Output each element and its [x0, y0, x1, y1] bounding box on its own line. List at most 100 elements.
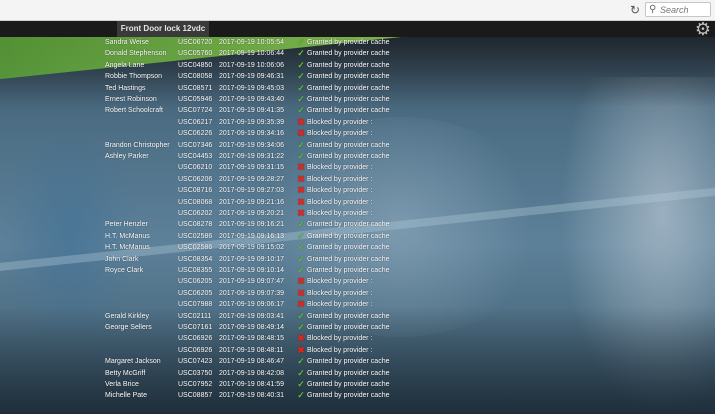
- log-row[interactable]: George Sellers USC07161 2017-09-19 08:49:1…: [0, 322, 420, 333]
- log-row[interactable]: Robert Schoolcraft USC07724 2017-09-19 09:…: [0, 105, 420, 116]
- check-icon: ✓: [297, 310, 305, 321]
- credential-id: USC02586: [178, 232, 213, 240]
- log-row[interactable]: Angela Lane USC04850 2017-09-19 10:06:06 ✓ G…: [0, 60, 420, 71]
- log-row[interactable]: Gerald Kirkley USC02111 2017-09-19 09:03:4…: [0, 311, 420, 322]
- log-row[interactable]: H.T. McManus USC02586 2017-09-19 09:15:02 ✓…: [0, 242, 420, 253]
- log-row[interactable]: USC06205 2017-09-19 09:07:47 ✖ Blocked by p…: [0, 276, 420, 287]
- credential-id: USC07988: [178, 301, 213, 309]
- log-row[interactable]: Brandon Christopher USC07346 2017-09-19 09…: [0, 140, 420, 151]
- browser-toolbar: ↻ ⚲: [0, 0, 715, 21]
- log-row[interactable]: USC06206 2017-09-19 09:28:27 ✖ Blocked by p…: [0, 174, 420, 185]
- log-row[interactable]: Robbie Thompson USC08058 2017-09-19 09:46:…: [0, 71, 420, 82]
- access-status: Granted by provider cache: [307, 107, 390, 115]
- log-row[interactable]: Verla Brice USC07952 2017-09-19 08:41:59 ✓ G…: [0, 379, 420, 390]
- access-status: Blocked by provider :: [307, 187, 373, 195]
- door-tab[interactable]: Front Door lock 12vdc: [117, 21, 209, 37]
- access-status: Granted by provider cache: [307, 255, 390, 263]
- log-row[interactable]: Ashley Parker USC04453 2017-09-19 09:31:22…: [0, 151, 420, 162]
- credential-id: USC08571: [178, 84, 213, 92]
- log-row[interactable]: USC08716 2017-09-19 09:27:03 ✖ Blocked by p…: [0, 185, 420, 196]
- credential-id: USC08716: [178, 187, 213, 195]
- log-row[interactable]: USC07988 2017-09-19 09:06:17 ✖ Blocked by p…: [0, 299, 420, 310]
- log-row[interactable]: USC06202 2017-09-19 09:20:21 ✖ Blocked by p…: [0, 208, 420, 219]
- log-row[interactable]: Margaret Jackson USC07423 2017-09-19 08:46…: [0, 356, 420, 367]
- check-icon: ✓: [297, 71, 305, 82]
- log-row[interactable]: USC08068 2017-09-19 09:21:16 ✖ Blocked by p…: [0, 197, 420, 208]
- user-name: George Sellers: [105, 324, 152, 331]
- timestamp: 2017-09-19 09:10:14: [219, 267, 284, 274]
- check-icon: ✓: [297, 219, 305, 230]
- credential-id: USC06205: [178, 289, 213, 297]
- credential-id: USC06205: [178, 278, 213, 286]
- access-status: Blocked by provider :: [307, 335, 373, 343]
- log-row[interactable]: USC06226 2017-09-19 09:34:16 ✖ Blocked by p…: [0, 128, 420, 139]
- user-name: H.T. McManus: [105, 232, 150, 240]
- timestamp: 2017-09-19 09:16:21: [219, 221, 284, 229]
- access-status: Granted by provider cache: [307, 221, 390, 229]
- log-row[interactable]: John Clark USC08354 2017-09-19 09:10:17 ✓ Gr…: [0, 254, 420, 265]
- timestamp: 2017-09-19 09:35:39: [219, 118, 284, 126]
- access-status: Granted by provider cache: [307, 84, 390, 92]
- timestamp: 2017-09-19 09:21:16: [219, 198, 284, 206]
- credential-id: USC02586: [178, 244, 213, 252]
- access-status: Blocked by provider :: [307, 346, 373, 354]
- check-icon: ✓: [297, 82, 305, 93]
- user-name: Margaret Jackson: [105, 358, 161, 366]
- timestamp: 2017-09-19 09:41:35: [219, 107, 284, 115]
- x-icon: ✖: [297, 287, 305, 298]
- check-icon: ✓: [297, 390, 305, 401]
- log-row[interactable]: Royce Clark USC08355 2017-09-19 09:10:14 ✓ G…: [0, 265, 420, 276]
- check-icon: ✓: [297, 59, 305, 70]
- check-icon: ✓: [297, 356, 305, 367]
- log-row[interactable]: Ted Hastings USC08571 2017-09-19 09:45:03 ✓…: [0, 83, 420, 94]
- credential-id: USC06217: [178, 118, 213, 126]
- credential-id: USC08857: [178, 392, 213, 400]
- log-row[interactable]: USC06926 2017-09-19 08:48:11 ✖ Blocked by p…: [0, 345, 420, 356]
- access-status: Granted by provider cache: [307, 141, 390, 149]
- log-row[interactable]: Sandra Weise USC06720 2017-09-19 10:05:54 ✓…: [0, 37, 420, 48]
- log-row[interactable]: Ernest Robinson USC05946 2017-09-19 09:43:…: [0, 94, 420, 105]
- access-status: Granted by provider cache: [307, 50, 390, 58]
- log-row[interactable]: USC06926 2017-09-19 08:48:15 ✖ Blocked by p…: [0, 333, 420, 344]
- x-icon: ✖: [297, 173, 305, 184]
- browser-search-box[interactable]: ⚲: [645, 2, 711, 17]
- access-status: Blocked by provider :: [307, 278, 373, 286]
- credential-id: USC07423: [178, 358, 213, 366]
- access-status: Granted by provider cache: [307, 312, 390, 320]
- log-row[interactable]: Peter Henzler USC08278 2017-09-19 09:16:21…: [0, 219, 420, 230]
- credential-id: USC07346: [178, 141, 213, 149]
- log-row[interactable]: H.T. McManus USC02586 2017-09-19 09:16:13 ✓…: [0, 231, 420, 242]
- user-name: Betty McGriff: [105, 369, 146, 377]
- user-name: Robbie Thompson: [105, 73, 163, 81]
- access-status: Granted by provider cache: [307, 73, 390, 81]
- credential-id: USC06926: [178, 346, 213, 354]
- check-icon: ✓: [297, 322, 305, 332]
- timestamp: 2017-09-19 08:48:15: [219, 335, 284, 343]
- access-status: Granted by provider cache: [307, 369, 390, 377]
- log-row[interactable]: USC06210 2017-09-19 09:31:15 ✖ Blocked by p…: [0, 162, 420, 173]
- search-input[interactable]: [660, 4, 708, 15]
- access-status: Blocked by provider :: [307, 164, 373, 172]
- check-icon: ✓: [297, 367, 305, 378]
- credential-id: USC08278: [178, 221, 213, 229]
- log-row[interactable]: USC06217 2017-09-19 09:35:39 ✖ Blocked by p…: [0, 117, 420, 128]
- access-status: Blocked by provider :: [307, 198, 373, 206]
- log-row[interactable]: Betty McGriff USC03750 2017-09-19 08:42:08…: [0, 368, 420, 379]
- credential-id: USC07724: [178, 107, 213, 115]
- access-status: Blocked by provider :: [307, 130, 373, 138]
- x-icon: ✖: [297, 116, 305, 127]
- check-icon: ✓: [297, 37, 305, 47]
- timestamp: 2017-09-19 08:42:08: [219, 369, 284, 377]
- log-row[interactable]: Donald Stephenson USC05760 2017-09-19 10:0…: [0, 48, 420, 59]
- refresh-icon[interactable]: ↻: [628, 3, 642, 17]
- log-row[interactable]: Michelle Pate USC08857 2017-09-19 08:40:31…: [0, 390, 420, 401]
- search-icon: ⚲: [649, 4, 657, 15]
- timestamp: 2017-09-19 09:45:03: [219, 84, 284, 92]
- gear-icon[interactable]: ⚙: [693, 19, 713, 39]
- x-icon: ✖: [297, 185, 305, 196]
- access-status: Granted by provider cache: [307, 358, 390, 366]
- access-status: Granted by provider cache: [307, 324, 390, 331]
- credential-id: USC06210: [178, 164, 213, 172]
- timestamp: 2017-09-19 09:15:02: [219, 244, 284, 252]
- log-row[interactable]: USC06205 2017-09-19 09:07:39 ✖ Blocked by p…: [0, 288, 420, 299]
